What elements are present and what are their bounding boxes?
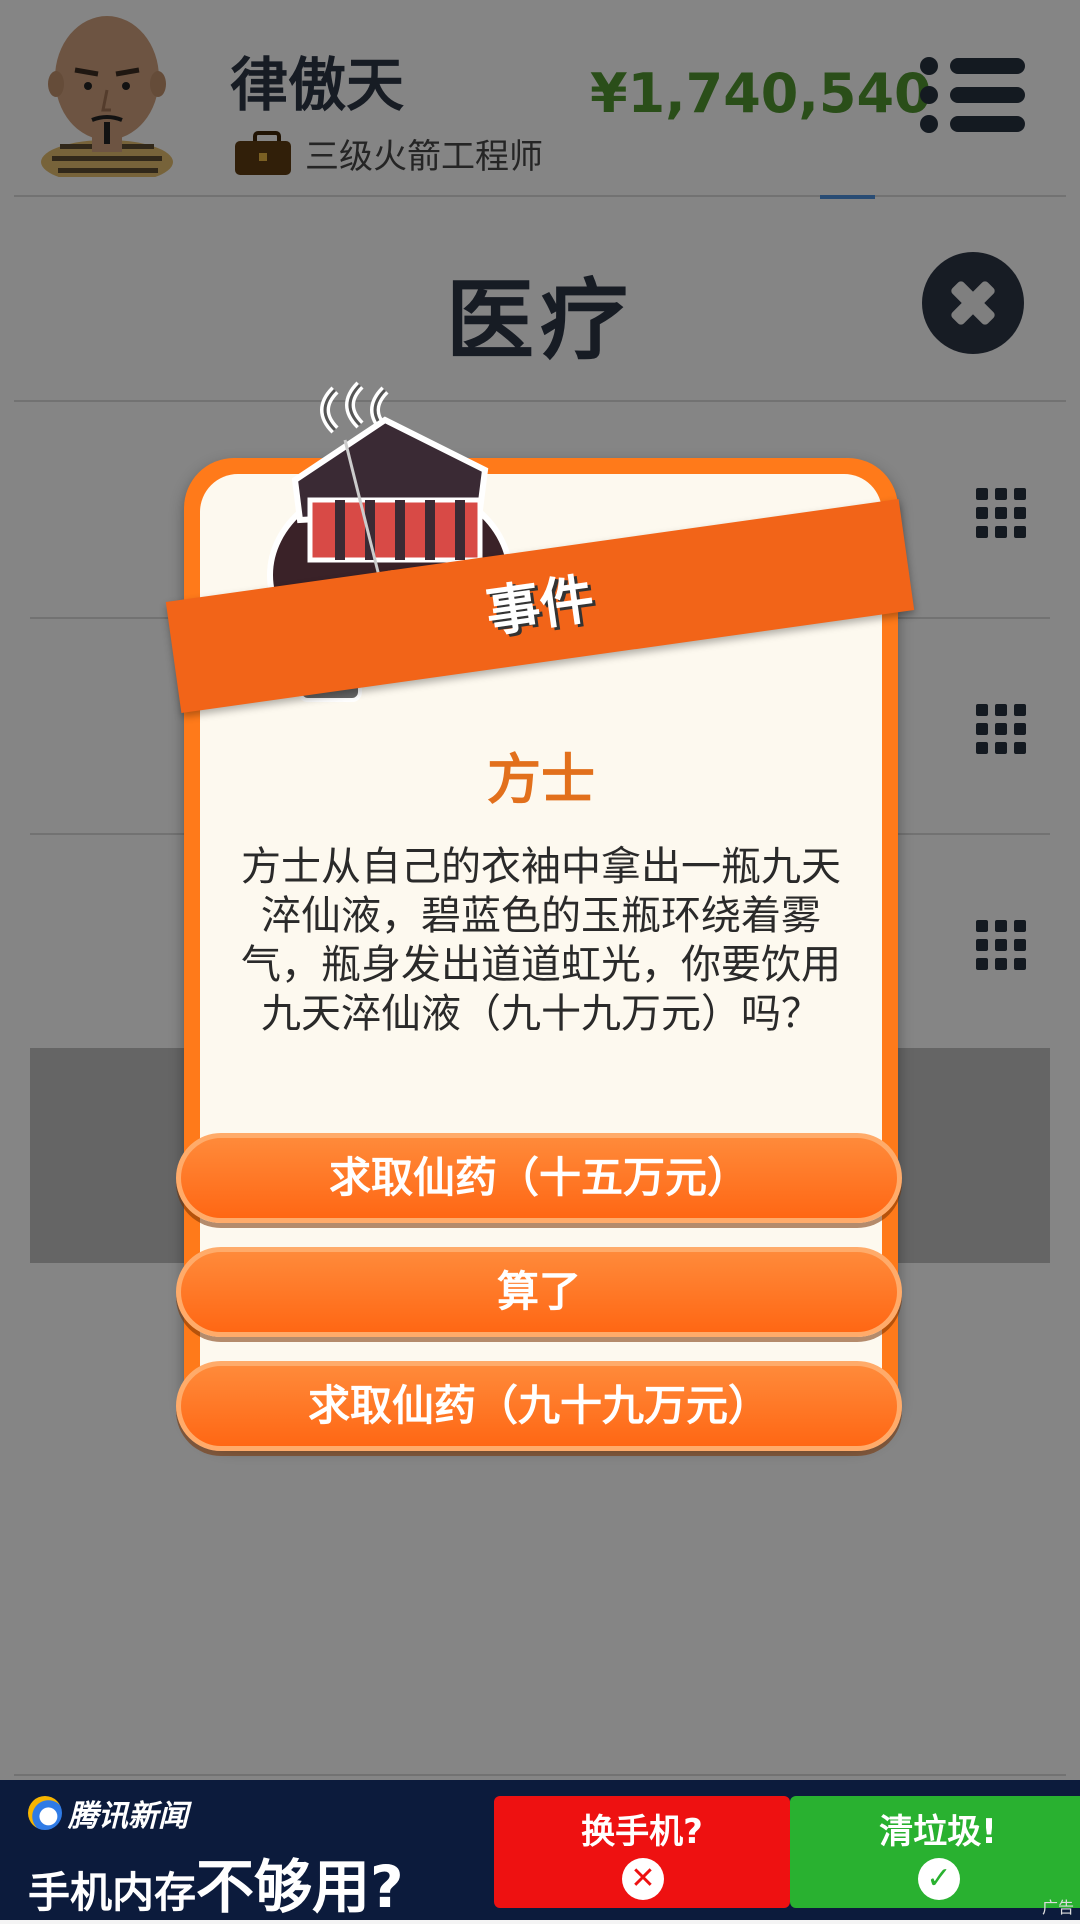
event-title: 方士 [487,748,595,811]
ad-button-clean[interactable]: 清垃圾! ✓ [790,1796,1080,1908]
event-description: 方士从自己的衣袖中拿出一瓶九天淬仙液，碧蓝色的玉瓶环绕着雾气，瓶身发出道道虹光，… [241,844,841,1037]
ad-button-red-label: 换手机? [581,1812,703,1852]
ad-logo: 腾讯新闻 [28,1796,188,1834]
choice-button-cheap[interactable]: 求取仙药（十五万元） [176,1133,902,1223]
ad-button-change-phone[interactable]: 换手机? ✕ [494,1796,790,1908]
x-icon: ✕ [622,1858,664,1900]
ad-brand: 腾讯新闻 [68,1799,188,1834]
choice-button-decline[interactable]: 算了 [176,1247,902,1337]
ad-headline-big: 不够用? [196,1853,404,1921]
check-icon: ✓ [918,1858,960,1900]
ad-banner[interactable]: 腾讯新闻 手机内存不够用? 换手机? ✕ 清垃圾! ✓ 广告 [0,1780,1080,1921]
choice-button-expensive[interactable]: 求取仙药（九十九万元） [176,1361,902,1451]
ad-button-green-label: 清垃圾! [879,1812,997,1852]
ad-headline: 手机内存不够用? [28,1840,404,1924]
ad-headline-small: 手机内存 [28,1868,197,1917]
tencent-news-icon [28,1796,62,1830]
ad-tag: 广告 [1041,1898,1074,1917]
